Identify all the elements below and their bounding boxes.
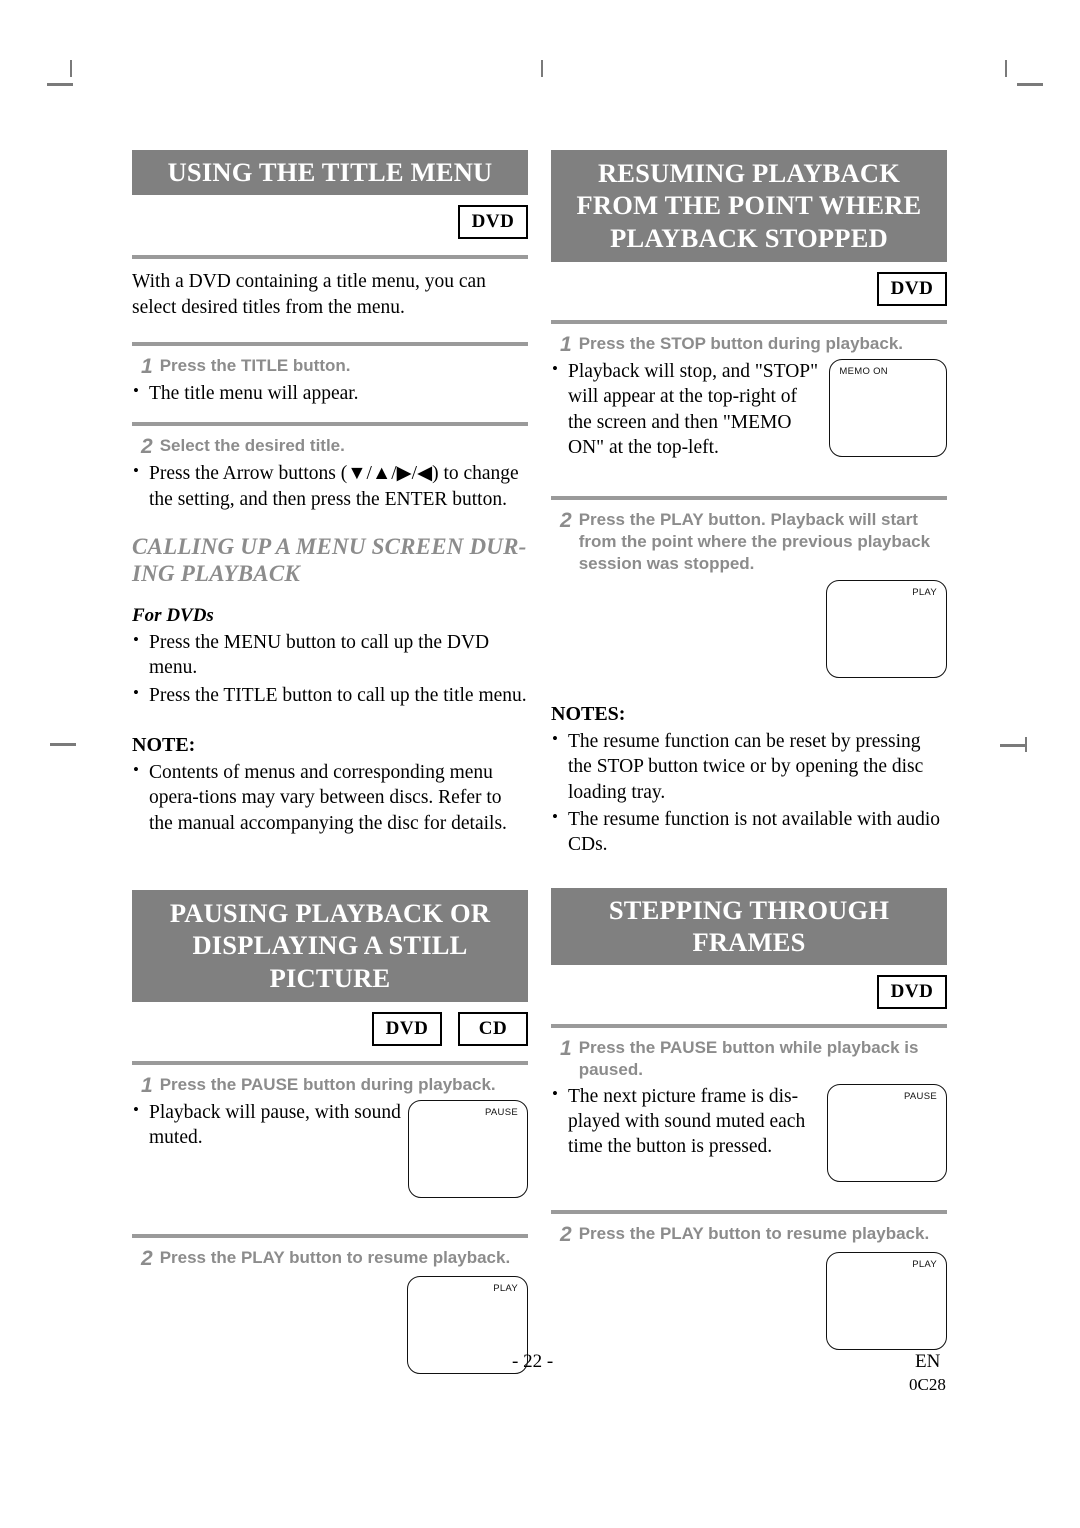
tv-screen-pause: PAUSE: [827, 1083, 947, 1182]
bullet-next-frame: The next picture frame is dis-played wit…: [551, 1083, 823, 1182]
step-number: 1: [560, 332, 572, 356]
step-label: Press the PAUSE button during playback.: [159, 1074, 496, 1094]
notes-heading: NOTES:: [551, 703, 626, 726]
step-2-stepping-body: PLAY: [551, 1251, 947, 1350]
step-1-stepping-body: The next picture frame is dis-played wit…: [551, 1083, 947, 1182]
osd-label-play: PLAY: [912, 1258, 937, 1270]
disc-badges-resuming: DVD: [551, 271, 947, 306]
crop-mark-top-left-vertical: [70, 60, 72, 77]
section-heading-pausing: PAUSING PLAYBACK OR DISPLAYING A STILL P…: [132, 889, 528, 1002]
step-number: 2: [560, 509, 572, 533]
manual-page: USING THE TITLE MENU DVD With a DVD cont…: [0, 0, 1080, 1528]
osd-label-pause: PAUSE: [903, 1090, 937, 1102]
step-number: 2: [560, 1222, 572, 1246]
badge-cd: CD: [458, 1011, 528, 1046]
osd-label-memo-on: MEMO ON: [839, 365, 888, 377]
crop-mark-top-center: [541, 60, 543, 77]
bullet-title-button: Press the TITLE button to call up the ti…: [132, 682, 528, 708]
step-2-pausing: 2 Press the PLAY button to resume playba…: [132, 1247, 528, 1269]
bullet-menu-button: Press the MENU button to call up the DVD…: [132, 629, 528, 681]
step-label: Press the STOP button during playback.: [578, 333, 904, 353]
step-1-resuming: 1 Press the STOP button during playback.: [551, 333, 947, 355]
badge-dvd: DVD: [458, 205, 528, 240]
step-1-stepping: 1 Press the PAUSE button while playback …: [551, 1037, 947, 1080]
step-label: Press the TITLE button.: [159, 356, 351, 376]
language-code: EN: [915, 1351, 941, 1372]
step-number: 1: [141, 1073, 153, 1097]
section-heading-stepping: STEPPING THROUGH FRAMES: [551, 887, 947, 966]
crop-mark-top-right-vertical: [1005, 60, 1007, 77]
tv-screen-play: PLAY: [407, 1275, 528, 1374]
minihead-for-dvds: For DVDs: [132, 604, 214, 626]
step-number: 1: [141, 355, 153, 379]
step-1-title-menu: 1 Press the TITLE button.: [132, 355, 528, 377]
step-number: 2: [141, 1246, 153, 1270]
step-2-stepping: 2 Press the PLAY button to resume playba…: [551, 1223, 947, 1245]
step-label: Press the PLAY button to resume playback…: [578, 1223, 930, 1243]
left-column: USING THE TITLE MENU DVD With a DVD cont…: [132, 150, 528, 1374]
bullet-playback-pause: Playback will pause, with sound muted.: [132, 1099, 404, 1198]
step-label: Select the desired title.: [159, 436, 345, 456]
subheading-calling-up-menu: CALLING UP A MENU SCREEN DUR-ING PLAYBAC…: [132, 534, 527, 586]
note-resume-audio-cd: The resume function is not available wit…: [551, 806, 947, 858]
bullet-title-menu-appear: The title menu will appear.: [132, 380, 528, 406]
step-1-resuming-body: Playback will stop, and "STOP" will appe…: [551, 358, 947, 460]
step-2-resuming-body: PLAY: [551, 580, 947, 679]
step-2-resuming: 2 Press the PLAY button. Playback will s…: [551, 509, 947, 574]
step-label: Press the PLAY button to resume playback…: [159, 1247, 511, 1267]
step-label: Press the PAUSE button while playback is…: [578, 1038, 919, 1080]
page-number: - 22 -: [512, 1351, 554, 1372]
step-2-title-menu: 2 Select the desired title.: [132, 435, 528, 457]
right-column: RESUMING PLAYBACK FROM THE POINT WHERE P…: [551, 150, 947, 1350]
disc-badges-pausing: DVD CD: [132, 1011, 528, 1046]
crop-mark-top-left-horizontal: [47, 83, 73, 86]
note-contents-vary: Contents of menus and corresponding menu…: [132, 759, 528, 836]
step-1-pausing-body: Playback will pause, with sound muted. P…: [132, 1099, 528, 1198]
crop-mark-mid-right-horizontal: [1000, 744, 1026, 747]
document-code: 0C28: [909, 1375, 946, 1394]
bullet-arrow-buttons: Press the Arrow buttons (▼/▲/▶/◀) to cha…: [132, 460, 528, 512]
disc-badges-title-menu: DVD: [132, 205, 528, 240]
tv-screen-play: PLAY: [826, 1251, 947, 1350]
section-heading-resuming: RESUMING PLAYBACK FROM THE POINT WHERE P…: [551, 150, 947, 262]
note-resume-reset: The resume function can be reset by pres…: [551, 728, 947, 805]
tv-screen-memo-on: MEMO ON: [829, 358, 947, 457]
crop-mark-mid-right-vertical: [1025, 737, 1027, 752]
crop-mark-top-right-horizontal: [1017, 83, 1043, 86]
osd-label-pause: PAUSE: [484, 1106, 518, 1118]
osd-label-play: PLAY: [912, 587, 937, 599]
badge-dvd: DVD: [877, 271, 947, 306]
section-heading-title-menu: USING THE TITLE MENU: [132, 150, 528, 196]
badge-dvd: DVD: [372, 1011, 442, 1046]
step-1-pausing: 1 Press the PAUSE button during playback…: [132, 1074, 528, 1096]
tv-screen-play: PLAY: [826, 580, 947, 679]
step-number: 2: [141, 435, 153, 459]
tv-screen-pause: PAUSE: [408, 1099, 528, 1198]
badge-dvd: DVD: [877, 975, 947, 1010]
step-label: Press the PLAY button. Playback will sta…: [578, 510, 931, 573]
disc-badges-stepping: DVD: [551, 975, 947, 1010]
bullet-playback-stop: Playback will stop, and "STOP" will appe…: [551, 358, 825, 460]
intro-paragraph: With a DVD containing a title menu, you …: [132, 271, 486, 318]
note-heading: NOTE:: [132, 733, 196, 756]
crop-mark-mid-left: [50, 743, 76, 746]
step-number: 1: [560, 1037, 572, 1061]
step-2-pausing-body: PLAY: [132, 1275, 528, 1374]
osd-label-play: PLAY: [493, 1282, 518, 1294]
